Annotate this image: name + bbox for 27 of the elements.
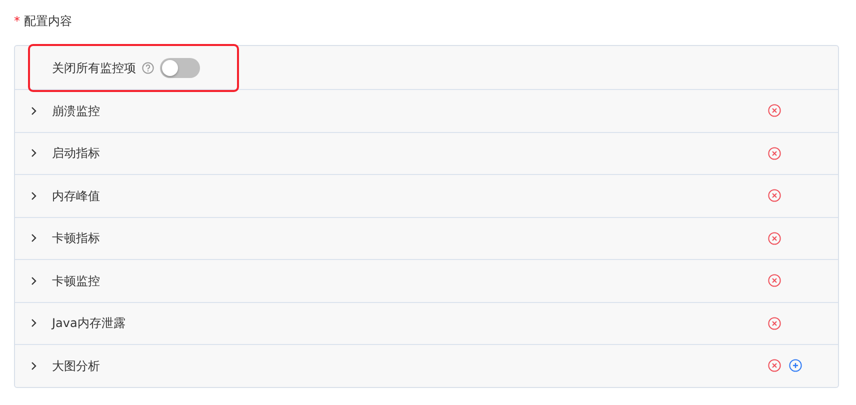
chevron-icon[interactable] [29, 190, 39, 201]
required-mark: * [14, 13, 20, 30]
remove-button[interactable] [768, 104, 781, 118]
remove-button[interactable] [768, 189, 781, 202]
chevron-icon[interactable] [29, 106, 39, 116]
chevron-icon[interactable] [29, 148, 39, 158]
section-title[interactable]: 卡顿监控 [52, 272, 760, 290]
remove-button[interactable] [768, 146, 781, 160]
toggle-switch[interactable] [160, 58, 200, 78]
chevron-icon[interactable] [29, 318, 39, 328]
section-title[interactable]: Java内存泄露 [52, 314, 760, 332]
section-title[interactable]: 崩溃监控 [52, 102, 760, 120]
section-title[interactable]: 内存峰值 [52, 186, 760, 205]
field-label: 配置内容 [24, 13, 72, 30]
section-title[interactable]: 大图分析 [52, 356, 760, 375]
remove-button[interactable] [768, 316, 781, 330]
chevron-icon[interactable] [29, 360, 39, 371]
chevron-icon[interactable] [29, 233, 39, 244]
section-title[interactable]: 启动指标 [52, 144, 760, 162]
remove-button[interactable] [768, 274, 781, 288]
switch-label: 关闭所有监控项 [52, 60, 136, 76]
chevron-icon[interactable] [29, 276, 39, 286]
remove-button[interactable] [768, 359, 781, 372]
remove-button[interactable] [768, 232, 781, 245]
add-button[interactable] [789, 359, 802, 372]
help-icon[interactable] [142, 62, 154, 74]
section-title[interactable]: 卡顿指标 [52, 229, 760, 248]
